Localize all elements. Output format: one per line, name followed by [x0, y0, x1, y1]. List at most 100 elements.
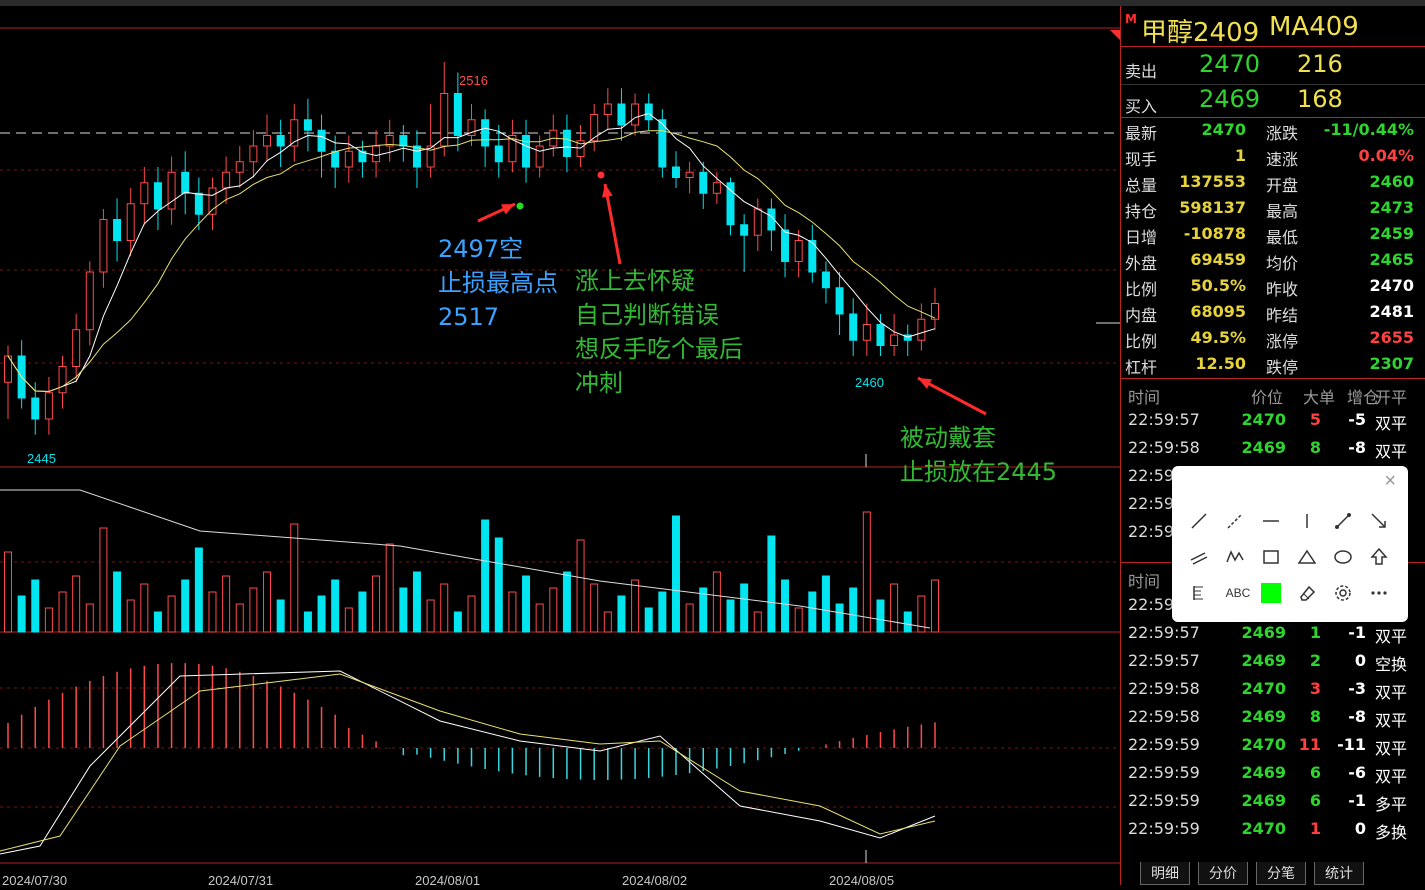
settings-gear-icon[interactable]: [1330, 580, 1356, 606]
stat-row: 昨收 2470: [1261, 273, 1425, 299]
tick-big: 6: [1309, 763, 1321, 782]
stat-row: 速涨 0.04%: [1261, 143, 1425, 169]
candle-body: [140, 182, 149, 205]
volume-bar: [181, 579, 190, 633]
dashed-line-tool-icon[interactable]: [1222, 508, 1248, 534]
ray-tool-icon[interactable]: [1330, 508, 1356, 534]
stat-value: 68095: [1190, 302, 1246, 321]
bid-row: 买入 2469 168: [1121, 85, 1425, 117]
volume-bar: [412, 571, 421, 633]
date-label: 2024/08/01: [415, 873, 481, 888]
tick-header: 时间 价位 大单 增仓 开平: [1121, 380, 1425, 407]
volume-bar: [167, 595, 176, 633]
parallel-lines-tool-icon[interactable]: [1186, 544, 1212, 570]
tick-row[interactable]: 22:59:59 2470 11 -11 双平: [1121, 731, 1425, 759]
tab-statistics[interactable]: 统计: [1314, 862, 1364, 885]
volume-bar: [549, 587, 558, 633]
tick-row[interactable]: 22:59:58 2470 3 -3 双平: [1121, 675, 1425, 703]
short-entry-dot: [516, 202, 524, 210]
tick-big: 8: [1309, 707, 1321, 726]
candle-body: [58, 366, 67, 394]
volume-bar: [113, 571, 122, 633]
annotation-line: 冲刺: [575, 369, 623, 397]
line-segment-tool-icon[interactable]: [1186, 508, 1212, 534]
tick-row[interactable]: 22:59:59 2470 1 0 多换: [1121, 815, 1425, 843]
candle-body: [862, 324, 871, 341]
arrow-line-tool-icon[interactable]: [1366, 508, 1392, 534]
volume-bar: [685, 603, 694, 633]
volume-bar: [126, 599, 135, 633]
stat-value: 137553: [1179, 172, 1246, 191]
annotation-line: 止损最高点: [438, 269, 558, 297]
tick-header-cell: 价位: [1251, 388, 1284, 407]
candle-body: [849, 313, 858, 341]
annotation-line: 被动戴套: [900, 424, 996, 452]
candle-body: [31, 397, 40, 420]
volume-bar: [249, 587, 258, 633]
stat-value: 2459: [1369, 224, 1414, 243]
volume-bar: [467, 595, 476, 633]
eraser-icon[interactable]: [1294, 580, 1320, 606]
volume-bar: [890, 583, 899, 633]
candle-body: [781, 229, 790, 262]
rectangle-tool-icon[interactable]: [1258, 544, 1284, 570]
tick-big: 1: [1309, 819, 1321, 838]
tab-detail[interactable]: 明细: [1140, 862, 1190, 885]
tick-price: 2469: [1241, 623, 1286, 642]
volume-bar: [576, 539, 585, 633]
tick-row[interactable]: 22:59:59 2469 6 -6 双平: [1121, 759, 1425, 787]
more-options-icon[interactable]: [1366, 580, 1392, 606]
drawing-toolbox[interactable]: × ABC: [1172, 466, 1408, 622]
candle-body: [522, 135, 531, 168]
kline-chart[interactable]: 2516 2445 2460 2497空 止损最高点 2517 涨上去怀疑 自己…: [0, 6, 1120, 888]
candle-body: [344, 150, 353, 168]
tick-big: 6: [1309, 791, 1321, 810]
candle-body: [740, 224, 749, 236]
vertical-line-tool-icon[interactable]: [1294, 508, 1320, 534]
tick-row[interactable]: 22:59:57 2470 5 -5 双平: [1121, 406, 1425, 434]
tab-ticks[interactable]: 分笔: [1256, 862, 1306, 885]
tick-row[interactable]: 22:59:57 2469 2 0 空换: [1121, 647, 1425, 675]
stat-label: 昨结: [1266, 306, 1299, 325]
tick-price: 2469: [1241, 763, 1286, 782]
ellipse-tool-icon[interactable]: [1330, 544, 1356, 570]
stat-value: 2470: [1369, 276, 1414, 295]
volume-ma-line: [0, 489, 931, 629]
volume-bar: [58, 591, 67, 633]
horizontal-line-tool-icon[interactable]: [1258, 508, 1284, 534]
tab-price-distribution[interactable]: 分价: [1198, 862, 1248, 885]
up-arrow-tool-icon[interactable]: [1366, 544, 1392, 570]
tick-row[interactable]: 22:59:57 2469 1 -1 双平: [1121, 619, 1425, 647]
volume-bar: [426, 599, 435, 633]
text-tool-icon[interactable]: ABC: [1222, 580, 1254, 606]
tick-price: 2470: [1241, 819, 1286, 838]
annotation-line: 2517: [438, 303, 500, 331]
triangle-tool-icon[interactable]: [1294, 544, 1320, 570]
tick-big: 2: [1309, 651, 1321, 670]
candle-body: [726, 182, 735, 226]
volume-bar: [903, 611, 912, 633]
candle-body: [249, 145, 258, 163]
tick-big: 11: [1298, 735, 1321, 754]
tick-row[interactable]: 22:59:59 2469 6 -1 多平: [1121, 787, 1425, 815]
tick-row[interactable]: 22:59:58 2469 8 -8 双平: [1121, 434, 1425, 462]
tick-open-close: 空换: [1375, 655, 1408, 674]
annotation-short-entry: 2497空 止损最高点 2517: [438, 232, 558, 334]
fibonacci-tool-icon[interactable]: [1186, 580, 1212, 606]
stat-row: 涨停 2655: [1261, 325, 1425, 351]
volume-bar: [399, 587, 408, 633]
candle-body: [44, 392, 53, 420]
tick-increase: -8: [1348, 438, 1366, 457]
tick-time: 22:59: [1128, 494, 1175, 513]
color-picker-icon[interactable]: [1258, 580, 1284, 606]
instrument-name: 甲醇2409: [1141, 18, 1260, 48]
volume-bar: [712, 571, 721, 633]
volume-bar: [931, 579, 939, 633]
zigzag-tool-icon[interactable]: [1222, 544, 1248, 570]
toolbox-close-button[interactable]: ×: [1384, 470, 1396, 493]
tick-row[interactable]: 22:59:58 2469 8 -8 双平: [1121, 703, 1425, 731]
candle-body: [631, 103, 640, 126]
volume-bar: [862, 511, 871, 633]
candle-body: [562, 129, 571, 157]
instrument-header[interactable]: M 甲醇2409 MA409: [1121, 10, 1425, 48]
